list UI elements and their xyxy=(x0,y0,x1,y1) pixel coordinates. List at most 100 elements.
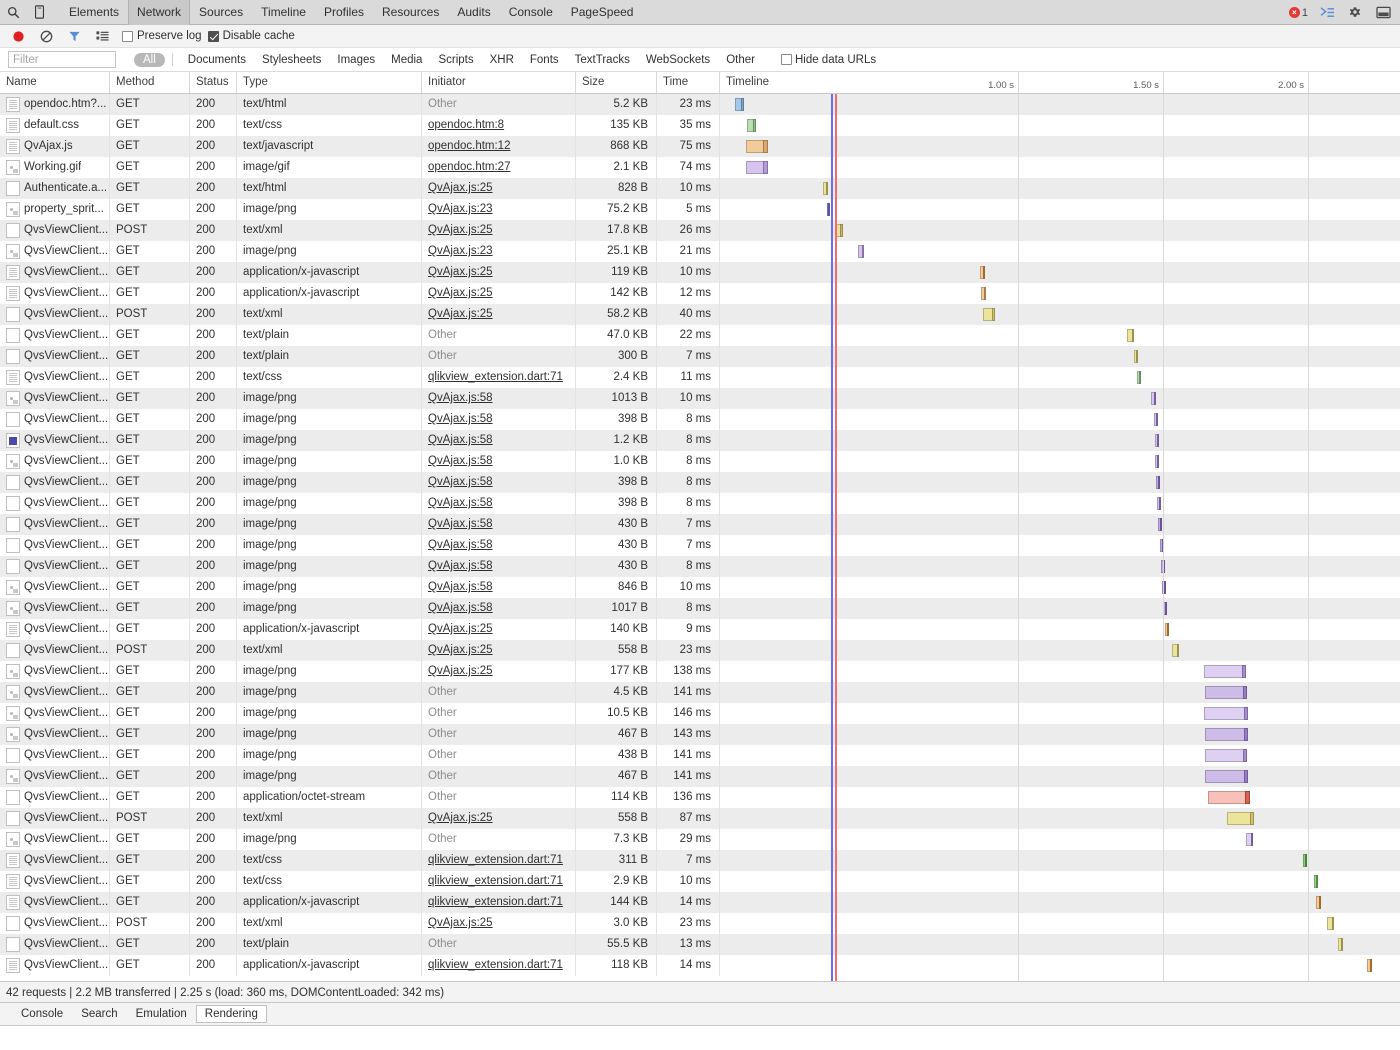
table-row[interactable]: QvsViewClient... GET 200 application/x-java… xyxy=(0,262,1400,283)
table-row[interactable]: QvsViewClient... POST 200 text/xml QvAjax.js… xyxy=(0,220,1400,241)
waterfall-bar[interactable] xyxy=(1314,875,1318,888)
table-row[interactable]: QvsViewClient... GET 200 image/png QvAjax.js… xyxy=(0,535,1400,556)
cell-name[interactable]: QvsViewClient... xyxy=(0,661,110,682)
tab-audits[interactable]: Audits xyxy=(448,0,499,25)
cell-initiator[interactable]: QvAjax.js:25 xyxy=(422,913,576,934)
cell-initiator[interactable]: QvAjax.js:58 xyxy=(422,556,576,577)
waterfall-bar[interactable] xyxy=(1227,812,1254,825)
cell-name[interactable]: QvsViewClient... xyxy=(0,640,110,661)
cell-initiator[interactable]: QvAjax.js:58 xyxy=(422,388,576,409)
cell-name[interactable]: QvsViewClient... xyxy=(0,871,110,892)
waterfall-bar[interactable] xyxy=(1155,434,1159,447)
cell-initiator[interactable]: qlikview_extension.dart:71 xyxy=(422,871,576,892)
table-row[interactable]: opendoc.htm?... GET 200 text/html Other 5.2 K… xyxy=(0,94,1400,115)
waterfall-bar[interactable] xyxy=(735,98,744,111)
initiator-link[interactable]: QvAjax.js:58 xyxy=(428,476,493,488)
initiator-link[interactable]: QvAjax.js:58 xyxy=(428,518,493,530)
cell-name[interactable]: QvsViewClient... xyxy=(0,472,110,493)
table-row[interactable]: QvsViewClient... GET 200 image/png QvAjax.js… xyxy=(0,493,1400,514)
table-row[interactable]: QvsViewClient... GET 200 application/octet-… xyxy=(0,787,1400,808)
table-row[interactable]: QvsViewClient... GET 200 application/x-java… xyxy=(0,283,1400,304)
initiator-link[interactable]: QvAjax.js:25 xyxy=(428,644,493,656)
initiator-link[interactable]: QvAjax.js:25 xyxy=(428,308,493,320)
waterfall-bar[interactable] xyxy=(823,182,828,195)
column-header-status[interactable]: Status xyxy=(190,72,237,93)
cell-name[interactable]: QvsViewClient... xyxy=(0,766,110,787)
cell-name[interactable]: Working.gif xyxy=(0,157,110,178)
initiator-link[interactable]: QvAjax.js:58 xyxy=(428,413,493,425)
type-filter-documents[interactable]: Documents xyxy=(180,53,254,67)
waterfall-bar[interactable] xyxy=(1137,371,1141,384)
cell-name[interactable]: opendoc.htm?... xyxy=(0,94,110,115)
initiator-link[interactable]: QvAjax.js:25 xyxy=(428,812,493,824)
table-row[interactable]: QvsViewClient... GET 200 image/png Other 467 … xyxy=(0,724,1400,745)
waterfall-bar[interactable] xyxy=(981,287,986,300)
waterfall-bar[interactable] xyxy=(1154,413,1158,426)
table-row[interactable]: QvsViewClient... GET 200 image/png QvAjax.js… xyxy=(0,241,1400,262)
initiator-link[interactable]: QvAjax.js:58 xyxy=(428,392,493,404)
cell-name[interactable]: QvsViewClient... xyxy=(0,493,110,514)
initiator-link[interactable]: QvAjax.js:58 xyxy=(428,602,493,614)
initiator-link[interactable]: QvAjax.js:25 xyxy=(428,266,493,278)
cell-initiator[interactable]: QvAjax.js:25 xyxy=(422,661,576,682)
record-button[interactable] xyxy=(4,25,32,47)
waterfall-bar[interactable] xyxy=(1162,581,1166,594)
table-row[interactable]: Authenticate.a... GET 200 text/html QvAjax.j… xyxy=(0,178,1400,199)
column-header-size[interactable]: Size xyxy=(576,72,657,93)
cell-name[interactable]: QvsViewClient... xyxy=(0,346,110,367)
cell-initiator[interactable]: opendoc.htm:12 xyxy=(422,136,576,157)
cell-initiator[interactable]: QvAjax.js:58 xyxy=(422,430,576,451)
dock-position-icon[interactable] xyxy=(1370,1,1396,25)
initiator-link[interactable]: opendoc.htm:12 xyxy=(428,140,510,152)
type-filter-all[interactable]: All xyxy=(134,52,165,67)
waterfall-bar[interactable] xyxy=(1155,455,1159,468)
cell-initiator[interactable]: qlikview_extension.dart:71 xyxy=(422,367,576,388)
waterfall-bar[interactable] xyxy=(1204,665,1246,678)
preserve-log-box[interactable] xyxy=(122,30,133,42)
initiator-link[interactable]: qlikview_extension.dart:71 xyxy=(428,959,563,971)
cell-initiator[interactable]: QvAjax.js:58 xyxy=(422,514,576,535)
cell-name[interactable]: QvsViewClient... xyxy=(0,430,110,451)
initiator-link[interactable]: QvAjax.js:58 xyxy=(428,497,493,509)
waterfall-bar[interactable] xyxy=(1163,602,1167,615)
cell-initiator[interactable]: QvAjax.js:25 xyxy=(422,808,576,829)
waterfall-bar[interactable] xyxy=(1205,770,1248,783)
use-large-rows-icon[interactable] xyxy=(88,25,116,47)
drawer-tab-rendering[interactable]: Rendering xyxy=(195,1005,267,1023)
waterfall-bar[interactable] xyxy=(1134,350,1138,363)
table-row[interactable]: QvsViewClient... GET 200 text/plain Other 47.… xyxy=(0,325,1400,346)
initiator-link[interactable]: QvAjax.js:25 xyxy=(428,182,493,194)
cell-name[interactable]: QvsViewClient... xyxy=(0,745,110,766)
initiator-link[interactable]: QvAjax.js:25 xyxy=(428,224,493,236)
cell-initiator[interactable]: QvAjax.js:58 xyxy=(422,451,576,472)
table-row[interactable]: QvsViewClient... GET 200 application/x-java… xyxy=(0,892,1400,913)
cell-initiator[interactable]: qlikview_extension.dart:71 xyxy=(422,892,576,913)
table-row[interactable]: QvsViewClient... GET 200 image/png QvAjax.js… xyxy=(0,598,1400,619)
initiator-link[interactable]: opendoc.htm:8 xyxy=(428,119,504,131)
waterfall-bar[interactable] xyxy=(980,266,985,279)
drawer-tab-search[interactable]: Search xyxy=(72,1005,126,1023)
cell-name[interactable]: QvsViewClient... xyxy=(0,367,110,388)
tab-elements[interactable]: Elements xyxy=(60,0,128,25)
waterfall-bar[interactable] xyxy=(1246,833,1253,846)
cell-name[interactable]: QvsViewClient... xyxy=(0,703,110,724)
tab-resources[interactable]: Resources xyxy=(373,0,448,25)
tab-network[interactable]: Network xyxy=(128,0,191,25)
initiator-link[interactable]: QvAjax.js:58 xyxy=(428,581,493,593)
cell-name[interactable]: QvsViewClient... xyxy=(0,283,110,304)
cell-initiator[interactable]: QvAjax.js:58 xyxy=(422,409,576,430)
table-row[interactable]: default.css GET 200 text/css opendoc.htm:8 13… xyxy=(0,115,1400,136)
table-row[interactable]: QvsViewClient... GET 200 image/png QvAjax.js… xyxy=(0,472,1400,493)
cell-name[interactable]: QvAjax.js xyxy=(0,136,110,157)
table-row[interactable]: QvsViewClient... GET 200 image/png Other 4.5 … xyxy=(0,682,1400,703)
initiator-link[interactable]: qlikview_extension.dart:71 xyxy=(428,854,563,866)
type-filter-fonts[interactable]: Fonts xyxy=(522,53,567,67)
error-count-badge[interactable]: × 1 xyxy=(1288,7,1308,19)
table-row[interactable]: QvsViewClient... POST 200 text/xml QvAjax.js… xyxy=(0,640,1400,661)
waterfall-bar[interactable] xyxy=(1204,707,1248,720)
initiator-link[interactable]: QvAjax.js:25 xyxy=(428,623,493,635)
waterfall-bar[interactable] xyxy=(1156,476,1160,489)
initiator-link[interactable]: qlikview_extension.dart:71 xyxy=(428,371,563,383)
hide-data-urls-box[interactable] xyxy=(780,54,792,65)
waterfall-bar[interactable] xyxy=(1127,329,1134,342)
